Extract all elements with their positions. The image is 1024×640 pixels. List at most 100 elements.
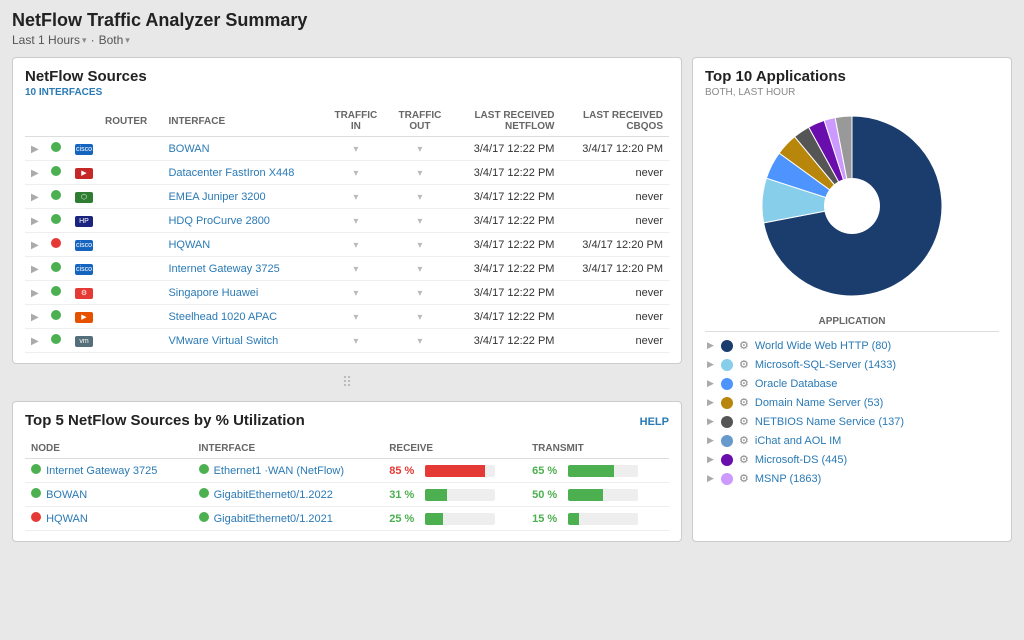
app-label: Oracle Database — [755, 378, 997, 390]
node-link[interactable]: Internet Gateway 3725 — [46, 465, 157, 477]
receive-bar-container: 31 % — [389, 489, 520, 501]
vendor-icon: vm — [75, 336, 93, 347]
col-traffic-in: TRAFFICIN — [324, 106, 388, 137]
app-row[interactable]: ▶ ⚙ NETBIOS Name Service (137) — [705, 412, 999, 431]
interface-link[interactable]: VMware Virtual Switch — [168, 335, 278, 347]
app-color-dot — [721, 416, 733, 428]
interface-link[interactable]: Datacenter FastIron X448 — [168, 167, 294, 179]
last-netflow: 3/4/17 12:22 PM — [452, 281, 560, 305]
table-row[interactable]: ▶ cisco BOWAN ▾ ▾ 3/4/17 12:22 PM 3/4/17… — [25, 137, 669, 161]
top5-table: NODE INTERFACE RECEIVE TRANSMIT Internet… — [25, 439, 669, 531]
last-cbqos: never — [560, 305, 669, 329]
app-row[interactable]: ▶ ⚙ Microsoft-DS (445) — [705, 450, 999, 469]
status-indicator — [51, 262, 61, 272]
vendor-icon: HP — [75, 216, 93, 227]
gear-icon: ⚙ — [739, 377, 749, 390]
row-expand-arrow[interactable]: ▶ — [31, 144, 39, 155]
app-row[interactable]: ▶ ⚙ World Wide Web HTTP (80) — [705, 336, 999, 355]
app-expand-arrow: ▶ — [707, 416, 715, 427]
table-row[interactable]: ▶ cisco HQWAN ▾ ▾ 3/4/17 12:22 PM 3/4/17… — [25, 233, 669, 257]
node-link[interactable]: BOWAN — [46, 489, 87, 501]
interface-link[interactable]: EMEA Juniper 3200 — [168, 191, 265, 203]
netflow-sources-subtitle: 10 INTERFACES — [25, 87, 669, 98]
app-row[interactable]: ▶ ⚙ Microsoft-SQL-Server (1433) — [705, 355, 999, 374]
top10-title: Top 10 Applications — [705, 68, 999, 85]
table-row[interactable]: ▶ ⬡ EMEA Juniper 3200 ▾ ▾ 3/4/17 12:22 P… — [25, 185, 669, 209]
iface-link[interactable]: Ethernet1 ·WAN (NetFlow) — [214, 465, 344, 477]
table-row[interactable]: ▶ ⚙ Singapore Huawei ▾ ▾ 3/4/17 12:22 PM… — [25, 281, 669, 305]
table-row[interactable]: ▶ ▶ Steelhead 1020 APAC ▾ ▾ 3/4/17 12:22… — [25, 305, 669, 329]
receive-bar-track — [425, 489, 495, 501]
interface-link[interactable]: HQWAN — [168, 239, 210, 251]
node-status — [31, 488, 41, 498]
app-color-dot — [721, 435, 733, 447]
last-netflow: 3/4/17 12:22 PM — [452, 305, 560, 329]
row-expand-arrow[interactable]: ▶ — [31, 288, 39, 299]
netflow-sources-title: NetFlow Sources — [25, 68, 669, 85]
app-label: Domain Name Server (53) — [755, 397, 997, 409]
app-color-dot — [721, 340, 733, 352]
table-row[interactable]: ▶ ▶ Datacenter FastIron X448 ▾ ▾ 3/4/17 … — [25, 161, 669, 185]
interface-link[interactable]: HDQ ProCurve 2800 — [168, 215, 270, 227]
drag-handle: ⠿ — [12, 374, 682, 391]
vendor-icon: ⚙ — [75, 288, 93, 299]
table-row[interactable]: ▶ vm VMware Virtual Switch ▾ ▾ 3/4/17 12… — [25, 329, 669, 353]
node-link[interactable]: HQWAN — [46, 513, 88, 525]
last-netflow: 3/4/17 12:22 PM — [452, 257, 560, 281]
iface-link[interactable]: GigabitEthernet0/1.2022 — [214, 489, 333, 501]
gear-icon: ⚙ — [739, 358, 749, 371]
traffic-out-chevron: ▾ — [417, 336, 422, 347]
status-indicator — [51, 214, 61, 224]
col-receive: RECEIVE — [383, 439, 526, 459]
app-expand-arrow: ▶ — [707, 340, 715, 351]
last-cbqos: never — [560, 281, 669, 305]
app-row[interactable]: ▶ ⚙ Oracle Database — [705, 374, 999, 393]
receive-bar-fill — [425, 513, 443, 525]
row-expand-arrow[interactable]: ▶ — [31, 216, 39, 227]
top5-title: Top 5 NetFlow Sources by % Utilization — [25, 412, 305, 429]
iface-link[interactable]: GigabitEthernet0/1.2021 — [214, 513, 333, 525]
receive-pct: 31 % — [389, 489, 419, 501]
util-row: Internet Gateway 3725 Ethernet1 ·WAN (Ne… — [25, 459, 669, 483]
status-indicator — [51, 310, 61, 320]
receive-pct: 25 % — [389, 513, 419, 525]
row-expand-arrow[interactable]: ▶ — [31, 312, 39, 323]
row-expand-arrow[interactable]: ▶ — [31, 264, 39, 275]
traffic-in-chevron: ▾ — [353, 168, 358, 179]
traffic-out-chevron: ▾ — [417, 312, 422, 323]
app-row[interactable]: ▶ ⚙ iChat and AOL IM — [705, 431, 999, 450]
last-netflow: 3/4/17 12:22 PM — [452, 185, 560, 209]
direction-filter-link[interactable]: Both ▾ — [99, 33, 130, 47]
row-expand-arrow[interactable]: ▶ — [31, 168, 39, 179]
util-row: HQWAN GigabitEthernet0/1.2021 25 % 15 % — [25, 507, 669, 531]
time-filter-label: Last 1 Hours — [12, 33, 80, 47]
last-cbqos: 3/4/17 12:20 PM — [560, 137, 669, 161]
col-node: NODE — [25, 439, 193, 459]
help-link[interactable]: HELP — [640, 416, 669, 428]
interface-link[interactable]: Steelhead 1020 APAC — [168, 311, 277, 323]
status-indicator — [51, 142, 61, 152]
interface-link[interactable]: Internet Gateway 3725 — [168, 263, 279, 275]
app-label: Microsoft-SQL-Server (1433) — [755, 359, 997, 371]
page-title: NetFlow Traffic Analyzer Summary — [12, 10, 1012, 31]
row-expand-arrow[interactable]: ▶ — [31, 240, 39, 251]
status-indicator — [51, 286, 61, 296]
vendor-icon: ⬡ — [75, 192, 93, 203]
app-row[interactable]: ▶ ⚙ MSNP (1863) — [705, 469, 999, 488]
iface-status — [199, 488, 209, 498]
col-last-cbqos: LAST RECEIVEDCBQOS — [560, 106, 669, 137]
row-expand-arrow[interactable]: ▶ — [31, 192, 39, 203]
interface-link[interactable]: BOWAN — [168, 143, 209, 155]
interface-link[interactable]: Singapore Huawei — [168, 287, 258, 299]
app-label: MSNP (1863) — [755, 473, 997, 485]
traffic-out-chevron: ▾ — [417, 144, 422, 155]
netflow-sources-card: NetFlow Sources 10 INTERFACES ROUTER INT… — [12, 57, 682, 364]
time-filter-link[interactable]: Last 1 Hours ▾ — [12, 33, 87, 47]
col-router: ROUTER — [99, 106, 162, 137]
app-color-dot — [721, 473, 733, 485]
table-row[interactable]: ▶ HP HDQ ProCurve 2800 ▾ ▾ 3/4/17 12:22 … — [25, 209, 669, 233]
row-expand-arrow[interactable]: ▶ — [31, 336, 39, 347]
table-row[interactable]: ▶ cisco Internet Gateway 3725 ▾ ▾ 3/4/17… — [25, 257, 669, 281]
app-row[interactable]: ▶ ⚙ Domain Name Server (53) — [705, 393, 999, 412]
sources-table: ROUTER INTERFACE TRAFFICIN TRAFFICOUT LA… — [25, 106, 669, 353]
